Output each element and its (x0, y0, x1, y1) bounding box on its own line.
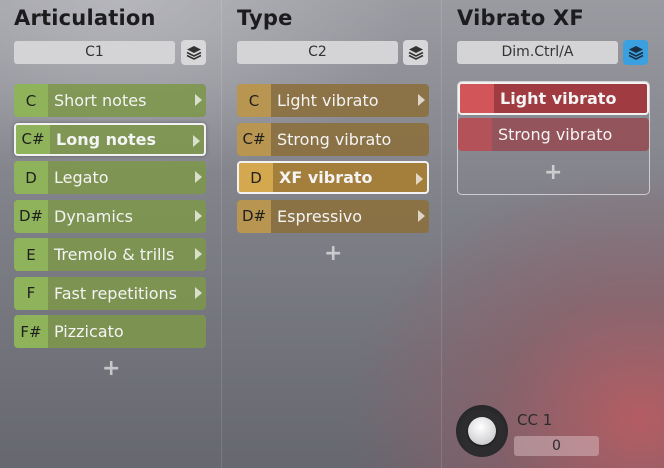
articulation-column: Articulation C1 C Short notes C# Long no… (0, 0, 221, 468)
list-item-selected[interactable]: Light vibrato (458, 82, 649, 115)
layers-button[interactable] (403, 40, 428, 65)
add-type-button[interactable]: + (324, 241, 342, 266)
layers-button[interactable] (181, 40, 206, 65)
item-label: Espressivo (277, 206, 363, 226)
chevron-right-icon[interactable] (418, 94, 425, 106)
key-label: C# (16, 124, 50, 154)
key-label: D# (14, 199, 48, 233)
item-label: Strong vibrato (498, 125, 613, 144)
item-label: Dynamics (54, 206, 133, 226)
chevron-right-icon[interactable] (193, 134, 200, 147)
item-label: Long notes (56, 129, 157, 149)
item-label: Short notes (54, 91, 147, 110)
controller-selector[interactable]: Dim.Ctrl/A (457, 41, 618, 64)
list-item[interactable]: F# Pizzicato (14, 315, 206, 348)
column-title: Vibrato XF (457, 6, 584, 30)
cc-label: CC 1 (517, 411, 553, 429)
color-swatch (458, 118, 492, 151)
chevron-right-icon[interactable] (195, 94, 202, 106)
chevron-right-icon[interactable] (195, 171, 202, 183)
item-label: Strong vibrato (277, 129, 392, 149)
list-item[interactable]: D# Espressivo (237, 199, 429, 233)
cc-value-field[interactable]: 0 (514, 436, 599, 456)
list-item[interactable]: D# Dynamics (14, 199, 206, 233)
layers-button-active[interactable] (623, 40, 648, 65)
list-item-selected[interactable]: C# Long notes (14, 122, 206, 156)
item-label: Light vibrato (277, 91, 379, 110)
add-vibrato-button[interactable]: + (544, 160, 562, 185)
chevron-right-icon[interactable] (195, 209, 202, 222)
layers-icon (628, 45, 643, 60)
item-label: XF vibrato (279, 168, 373, 187)
item-label: Light vibrato (500, 89, 617, 108)
item-label: Pizzicato (54, 322, 124, 341)
chevron-right-icon[interactable] (195, 248, 202, 260)
articulation-list: C Short notes C# Long notes D Legato D# … (14, 84, 206, 354)
key-label: C (14, 84, 48, 117)
key-label: F (14, 276, 48, 310)
key-selector[interactable]: C2 (237, 41, 398, 64)
layers-icon (186, 45, 201, 60)
item-label: Legato (54, 168, 109, 187)
vibrato-xf-list: Light vibrato Strong vibrato + (457, 81, 650, 195)
column-title: Articulation (14, 6, 156, 30)
list-item[interactable]: F Fast repetitions (14, 276, 206, 310)
item-label: Fast repetitions (54, 283, 178, 303)
knob-face[interactable] (468, 417, 496, 445)
key-label: D (239, 163, 273, 192)
key-label: F# (14, 315, 48, 348)
list-item-selected[interactable]: D XF vibrato (237, 161, 429, 194)
key-label: D (14, 161, 48, 194)
column-title: Type (237, 6, 293, 30)
layers-icon (408, 45, 423, 60)
list-item[interactable]: C# Strong vibrato (237, 122, 429, 156)
list-item[interactable]: C Light vibrato (237, 84, 429, 117)
chevron-right-icon[interactable] (195, 286, 202, 299)
chevron-right-icon[interactable] (416, 173, 423, 185)
key-label: E (14, 238, 48, 271)
key-label: D# (237, 199, 271, 233)
type-list: C Light vibrato C# Strong vibrato D XF v… (237, 84, 429, 238)
chevron-right-icon[interactable] (418, 209, 425, 222)
cc-knob[interactable] (456, 405, 508, 457)
list-item[interactable]: Strong vibrato (458, 118, 649, 151)
list-item[interactable]: E Tremolo & trills (14, 238, 206, 271)
key-selector[interactable]: C1 (14, 41, 175, 64)
list-item[interactable]: D Legato (14, 161, 206, 194)
key-label: C (237, 84, 271, 117)
key-label: C# (237, 122, 271, 156)
type-column: Type C2 C Light vibrato C# Strong vibrat… (221, 0, 441, 468)
color-swatch (460, 84, 494, 113)
add-articulation-button[interactable]: + (102, 356, 120, 381)
vibrato-xf-column: Vibrato XF Dim.Ctrl/A Light vibrato Stro… (441, 0, 664, 468)
item-label: Tremolo & trills (54, 245, 175, 264)
list-item[interactable]: C Short notes (14, 84, 206, 117)
